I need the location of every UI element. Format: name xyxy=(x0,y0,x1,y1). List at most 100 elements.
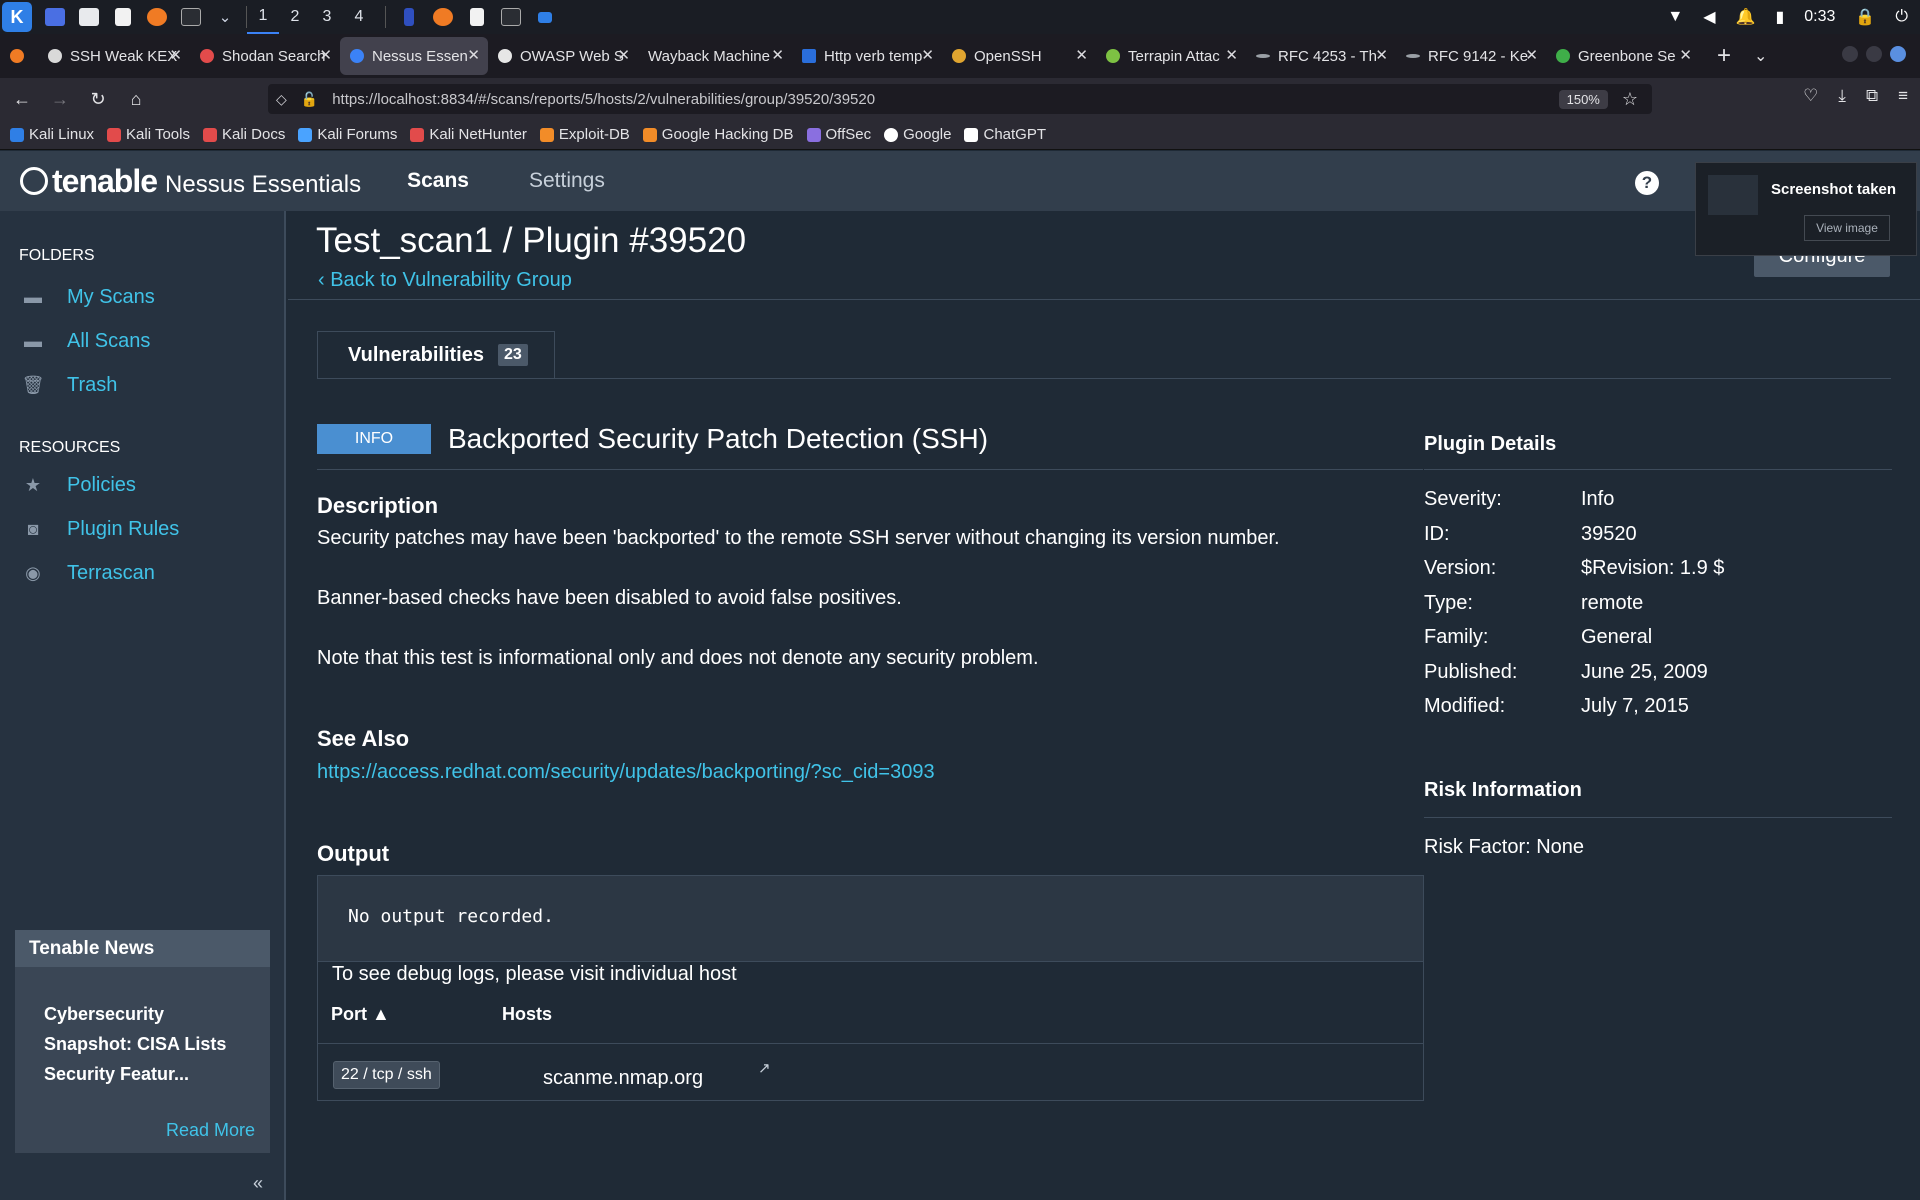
tenable-logo-icon xyxy=(20,167,48,195)
sidebar-item-plugin-rules[interactable]: ◙ Plugin Rules xyxy=(22,507,284,551)
collapse-sidebar-icon[interactable]: « xyxy=(253,1173,263,1194)
list-all-tabs-icon[interactable]: ⌄ xyxy=(1754,46,1767,66)
terminal-icon[interactable] xyxy=(180,6,202,28)
window-editor-icon[interactable] xyxy=(466,6,488,28)
nav-scans[interactable]: Scans xyxy=(407,169,469,193)
news-headline[interactable]: Cybersecurity Snapshot: CISA Lists Secur… xyxy=(15,967,270,1089)
bookmark-google-hacking-db[interactable]: Google Hacking DB xyxy=(642,126,794,143)
window-screenshot-icon[interactable] xyxy=(534,6,556,28)
tenable-logo[interactable]: tenable Nessus Essentials xyxy=(20,163,361,200)
bookmark-kali-tools[interactable]: Kali Tools xyxy=(107,126,190,143)
screenshot-thumbnail[interactable] xyxy=(1708,175,1758,215)
sidebar-item-policies[interactable]: ★ Policies xyxy=(22,463,284,507)
minimize-icon[interactable] xyxy=(1842,46,1858,62)
bookmark-offsec[interactable]: OffSec xyxy=(806,126,871,143)
see-also-link[interactable]: https://access.redhat.com/security/updat… xyxy=(317,761,935,784)
tab-owasp[interactable]: OWASP Web S ✕ xyxy=(488,37,638,75)
close-icon[interactable]: ✕ xyxy=(1225,46,1238,64)
firefox-icon[interactable] xyxy=(146,6,168,28)
close-icon[interactable]: ✕ xyxy=(771,46,784,64)
power-icon[interactable]: ⏻ xyxy=(1895,8,1908,26)
tab-greenbone[interactable]: Greenbone Se ✕ xyxy=(1546,37,1700,75)
tab-ssh-weak-kex[interactable]: SSH Weak KEX ✕ xyxy=(38,37,190,75)
read-more-link[interactable]: Read More xyxy=(166,1120,255,1141)
workspace-2[interactable]: 2 xyxy=(279,0,311,34)
bookmark-kali-forums[interactable]: Kali Forums xyxy=(298,126,397,143)
lock-icon[interactable]: 🔒 xyxy=(1855,7,1875,27)
tab-rfc-9142[interactable]: RFC 9142 - Ke ✕ xyxy=(1396,37,1546,75)
url-text[interactable]: https://localhost:8834/#/scans/reports/5… xyxy=(332,91,1558,108)
text-editor-icon[interactable] xyxy=(112,6,134,28)
bookmark-exploit-db[interactable]: Exploit-DB xyxy=(539,126,630,143)
sidebar-item-trash[interactable]: 🗑 Trash xyxy=(22,363,284,407)
battery-icon[interactable]: ▮ xyxy=(1775,7,1784,27)
close-icon[interactable]: ✕ xyxy=(1679,46,1692,64)
bookmark-kali-nethunter[interactable]: Kali NetHunter xyxy=(410,126,527,143)
firefox-view-tab[interactable] xyxy=(0,37,38,75)
close-icon[interactable]: ✕ xyxy=(921,46,934,64)
tab-vulnerabilities[interactable]: Vulnerabilities 23 xyxy=(317,331,555,378)
close-icon[interactable]: ✕ xyxy=(617,46,630,64)
home-icon[interactable]: ⌂ xyxy=(120,83,152,115)
close-icon[interactable]: ✕ xyxy=(169,46,182,64)
nav-settings[interactable]: Settings xyxy=(529,169,605,193)
close-icon[interactable]: ✕ xyxy=(1075,46,1088,64)
risk-information-heading: Risk Information xyxy=(1424,779,1582,801)
url-bar[interactable]: ◇ 🔓 https://localhost:8834/#/scans/repor… xyxy=(268,84,1652,114)
close-icon[interactable]: ✕ xyxy=(1375,46,1388,64)
lock-icon[interactable]: 🔓 xyxy=(301,91,318,108)
bookmark-chatgpt[interactable]: ChatGPT xyxy=(964,126,1046,143)
sidebar-item-my-scans[interactable]: ▬ My Scans xyxy=(22,275,284,319)
view-image-button[interactable]: View image xyxy=(1804,215,1890,241)
zoom-level[interactable]: 150% xyxy=(1558,89,1608,109)
external-link-icon[interactable]: ↗ xyxy=(758,1059,771,1077)
tab-openssh[interactable]: OpenSSH ✕ xyxy=(942,37,1096,75)
show-desktop-icon[interactable] xyxy=(44,6,66,28)
forward-arrow-icon[interactable]: → xyxy=(44,83,76,115)
tab-shodan[interactable]: Shodan Search ✕ xyxy=(190,37,340,75)
reload-icon[interactable]: ↻ xyxy=(82,83,114,115)
window-terminal-icon[interactable] xyxy=(500,6,522,28)
menu-hamburger-icon[interactable]: ≡ xyxy=(1898,86,1908,106)
policy-icon: ★ xyxy=(24,474,42,495)
maximize-icon[interactable] xyxy=(1866,46,1882,62)
tab-terrapin[interactable]: Terrapin Attac ✕ xyxy=(1096,37,1246,75)
workspace-3[interactable]: 3 xyxy=(311,0,343,34)
tab-nessus[interactable]: Nessus Essen ✕ xyxy=(340,37,488,75)
shield-icon[interactable]: ◇ xyxy=(276,91,287,108)
tab-rfc-4253[interactable]: RFC 4253 - Th ✕ xyxy=(1246,37,1396,75)
tab-wayback[interactable]: Wayback Machine ✕ xyxy=(638,37,792,75)
close-icon[interactable]: ✕ xyxy=(1525,46,1538,64)
close-window-icon[interactable] xyxy=(1890,46,1906,62)
new-tab-button[interactable]: + xyxy=(1710,42,1738,70)
file-manager-icon[interactable] xyxy=(78,6,100,28)
window-app-icon[interactable] xyxy=(398,6,420,28)
close-icon[interactable]: ✕ xyxy=(319,46,332,64)
back-arrow-icon[interactable]: ← xyxy=(6,83,38,115)
sidebar-item-terrascan[interactable]: ◉ Terrascan xyxy=(22,551,284,595)
sidebar-item-all-scans[interactable]: ▬ All Scans xyxy=(22,319,284,363)
download-icon[interactable]: ⤓ xyxy=(1838,86,1846,106)
clock[interactable]: 0:33 xyxy=(1804,8,1835,26)
back-to-vulnerability-group-link[interactable]: ‹ Back to Vulnerability Group xyxy=(318,269,572,292)
workspace-4[interactable]: 4 xyxy=(343,0,375,34)
notification-bell-icon[interactable]: 🔔 xyxy=(1736,7,1756,27)
bookmark-star-icon[interactable]: ☆ xyxy=(1622,89,1638,110)
volume-icon[interactable]: ◀ xyxy=(1703,7,1715,27)
port-column-header[interactable]: Port ▲ xyxy=(331,1004,390,1025)
help-icon[interactable]: ? xyxy=(1635,171,1659,195)
pocket-icon[interactable]: ♡ xyxy=(1803,86,1818,106)
bookmark-kali-docs[interactable]: Kali Docs xyxy=(202,126,285,143)
window-firefox-icon[interactable] xyxy=(432,6,454,28)
network-icon[interactable]: ▼ xyxy=(1667,8,1683,26)
host-cell[interactable]: scanme.nmap.org xyxy=(543,1067,703,1090)
bookmark-google[interactable]: Google xyxy=(884,126,951,143)
folder-icon: ▬ xyxy=(24,330,42,351)
chevron-down-icon[interactable]: ⌄ xyxy=(214,6,236,28)
close-icon[interactable]: ✕ xyxy=(467,46,480,64)
tab-http-verb[interactable]: Http verb temp ✕ xyxy=(792,37,942,75)
kali-menu-icon[interactable]: K xyxy=(2,2,32,32)
extensions-icon[interactable]: ⧉ xyxy=(1866,86,1878,106)
bookmark-kali-linux[interactable]: Kali Linux xyxy=(10,126,94,143)
workspace-1[interactable]: 1 xyxy=(247,0,279,34)
